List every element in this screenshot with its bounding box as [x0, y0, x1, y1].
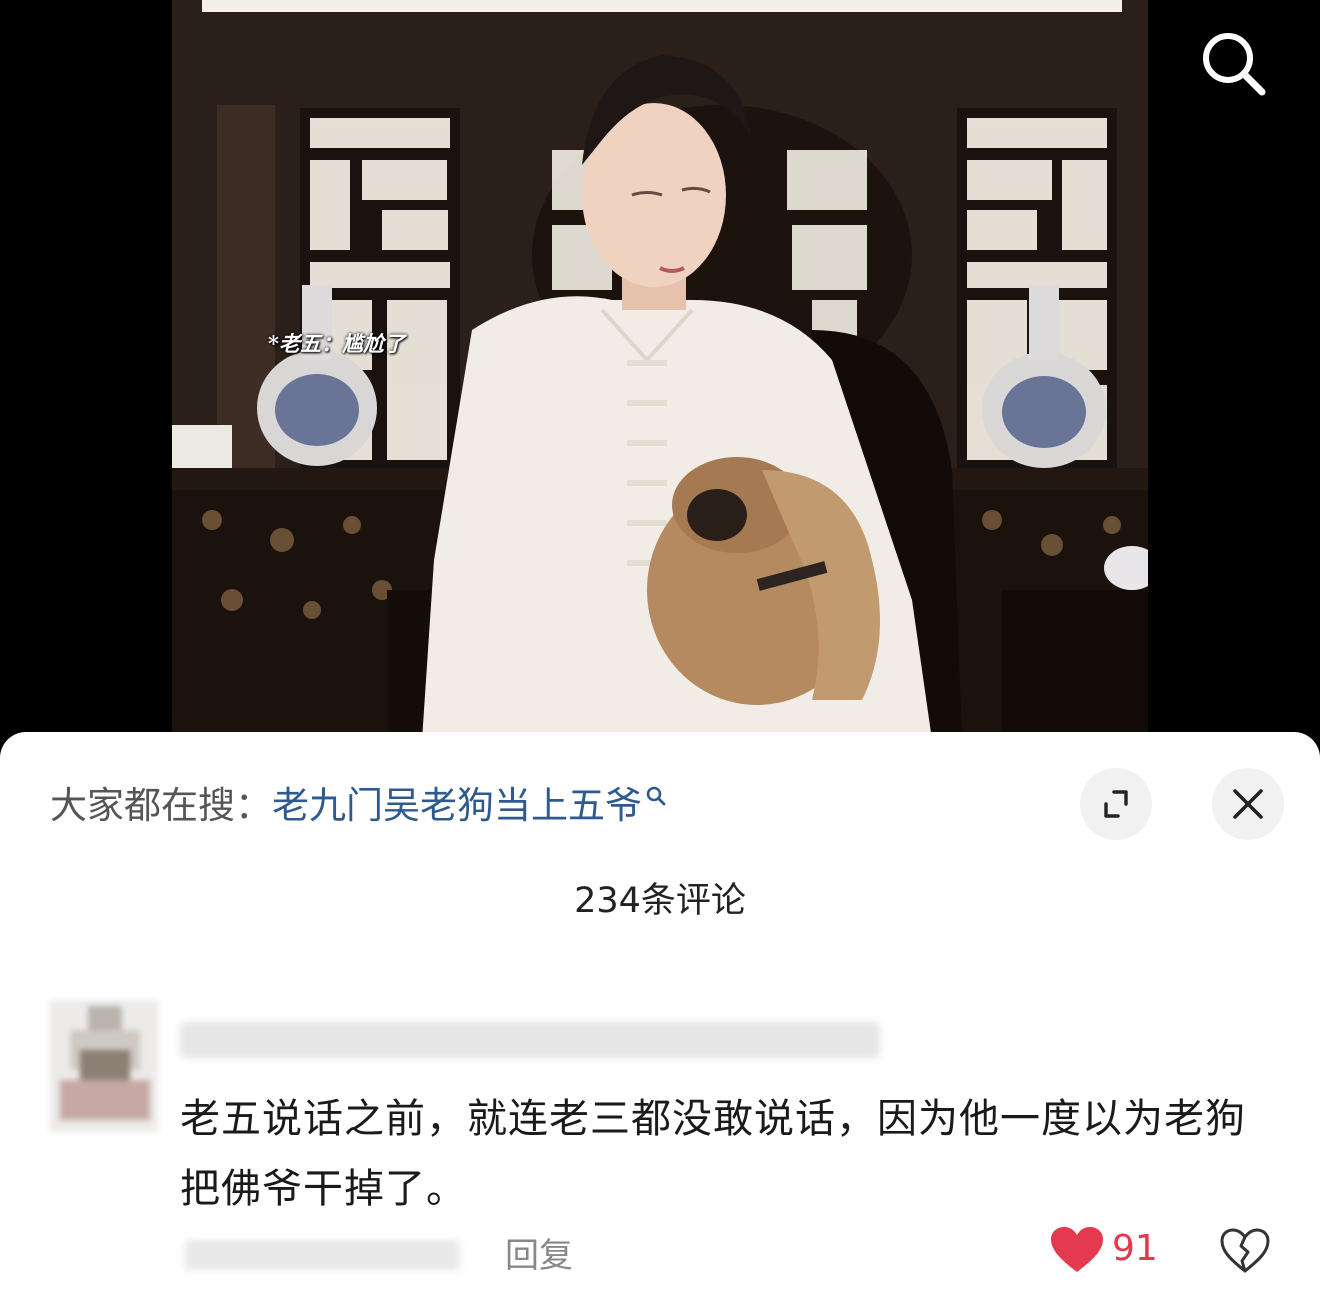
close-button[interactable]: [1212, 768, 1284, 840]
close-icon: [1233, 789, 1263, 819]
reply-button[interactable]: 回复: [505, 1228, 573, 1277]
heart-icon: [1051, 1227, 1103, 1272]
like-button[interactable]: 91: [1050, 1226, 1158, 1274]
expand-icon: [1104, 790, 1128, 818]
broken-heart-icon: [1220, 1228, 1270, 1273]
like-count: 91: [1112, 1228, 1158, 1269]
video-frame[interactable]: *老五：尴尬了: [172, 0, 1148, 740]
search-button[interactable]: [1196, 26, 1272, 102]
avatar[interactable]: [50, 1000, 158, 1132]
expand-button[interactable]: [1080, 768, 1152, 840]
small-search-icon: [646, 786, 666, 806]
comment-time-blurred: [185, 1240, 460, 1270]
search-suggestion[interactable]: 大家都在搜：老九门吴老狗当上五爷: [50, 782, 668, 830]
dislike-button[interactable]: [1220, 1228, 1270, 1274]
video-caption-overlay: *老五：尴尬了: [268, 331, 405, 356]
search-suggestion-prefix: 大家都在搜：: [50, 784, 272, 827]
comment-count: 234条评论: [574, 881, 746, 921]
search-suggestion-term[interactable]: 老九门吴老狗当上五爷: [272, 784, 642, 827]
search-icon: [1203, 33, 1266, 96]
comment-text: 老五说话之前，就连老三都没敢说话，因为他一度以为老狗把佛爷干掉了。: [180, 1096, 1246, 1212]
video-still-image: [172, 0, 1148, 740]
video-player[interactable]: *老五：尴尬了: [0, 0, 1320, 740]
username-blurred[interactable]: [180, 1022, 880, 1058]
